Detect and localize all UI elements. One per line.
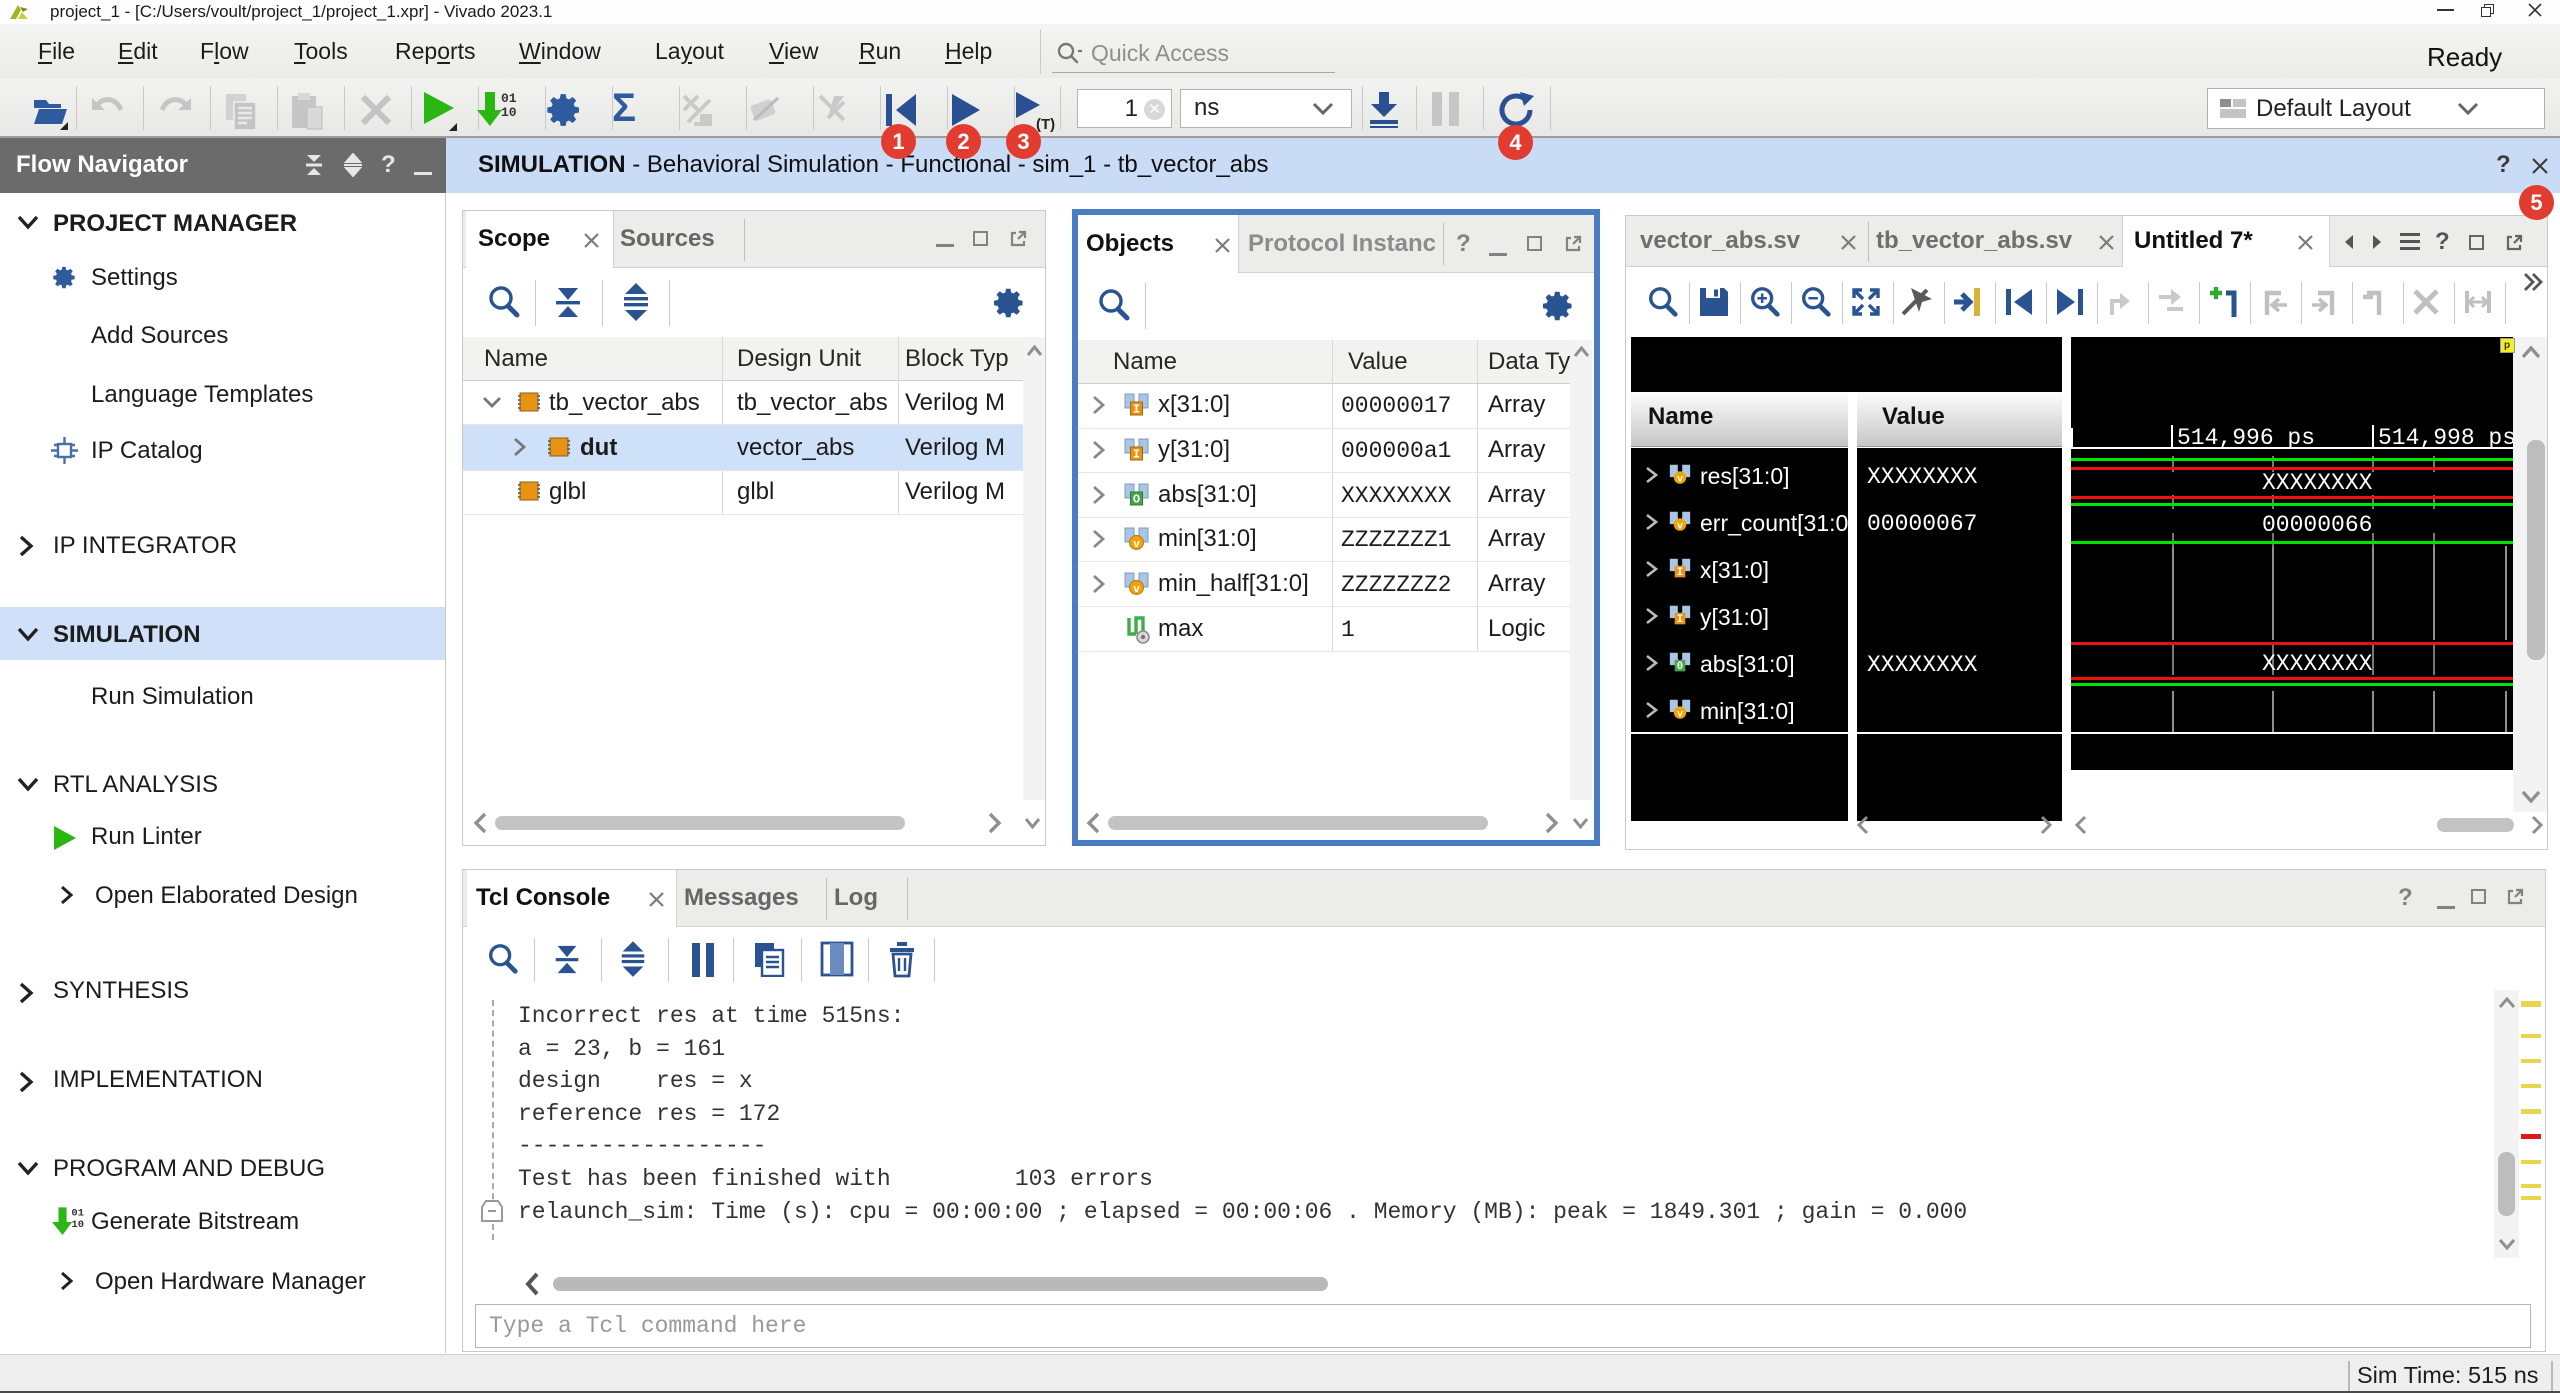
svg-text:(T): (T) [1036,116,1055,132]
svg-text:01: 01 [71,1208,84,1220]
svg-text:I: I [1133,448,1140,462]
svg-text:v: v [1133,539,1140,551]
svg-text:10: 10 [71,1219,84,1231]
svg-text:I: I [1133,403,1140,417]
svg-text:O: O [1133,493,1140,507]
svg-text:v: v [1677,709,1683,720]
svg-text:v: v [1133,584,1140,596]
svg-text:10: 10 [501,105,517,120]
svg-text:I: I [1677,567,1683,579]
svg-text:v: v [1677,521,1683,532]
svg-text:0: 0 [1677,661,1683,673]
svg-text:I: I [1677,614,1683,626]
svg-text:v: v [1677,474,1683,485]
svg-text:01: 01 [501,91,517,106]
